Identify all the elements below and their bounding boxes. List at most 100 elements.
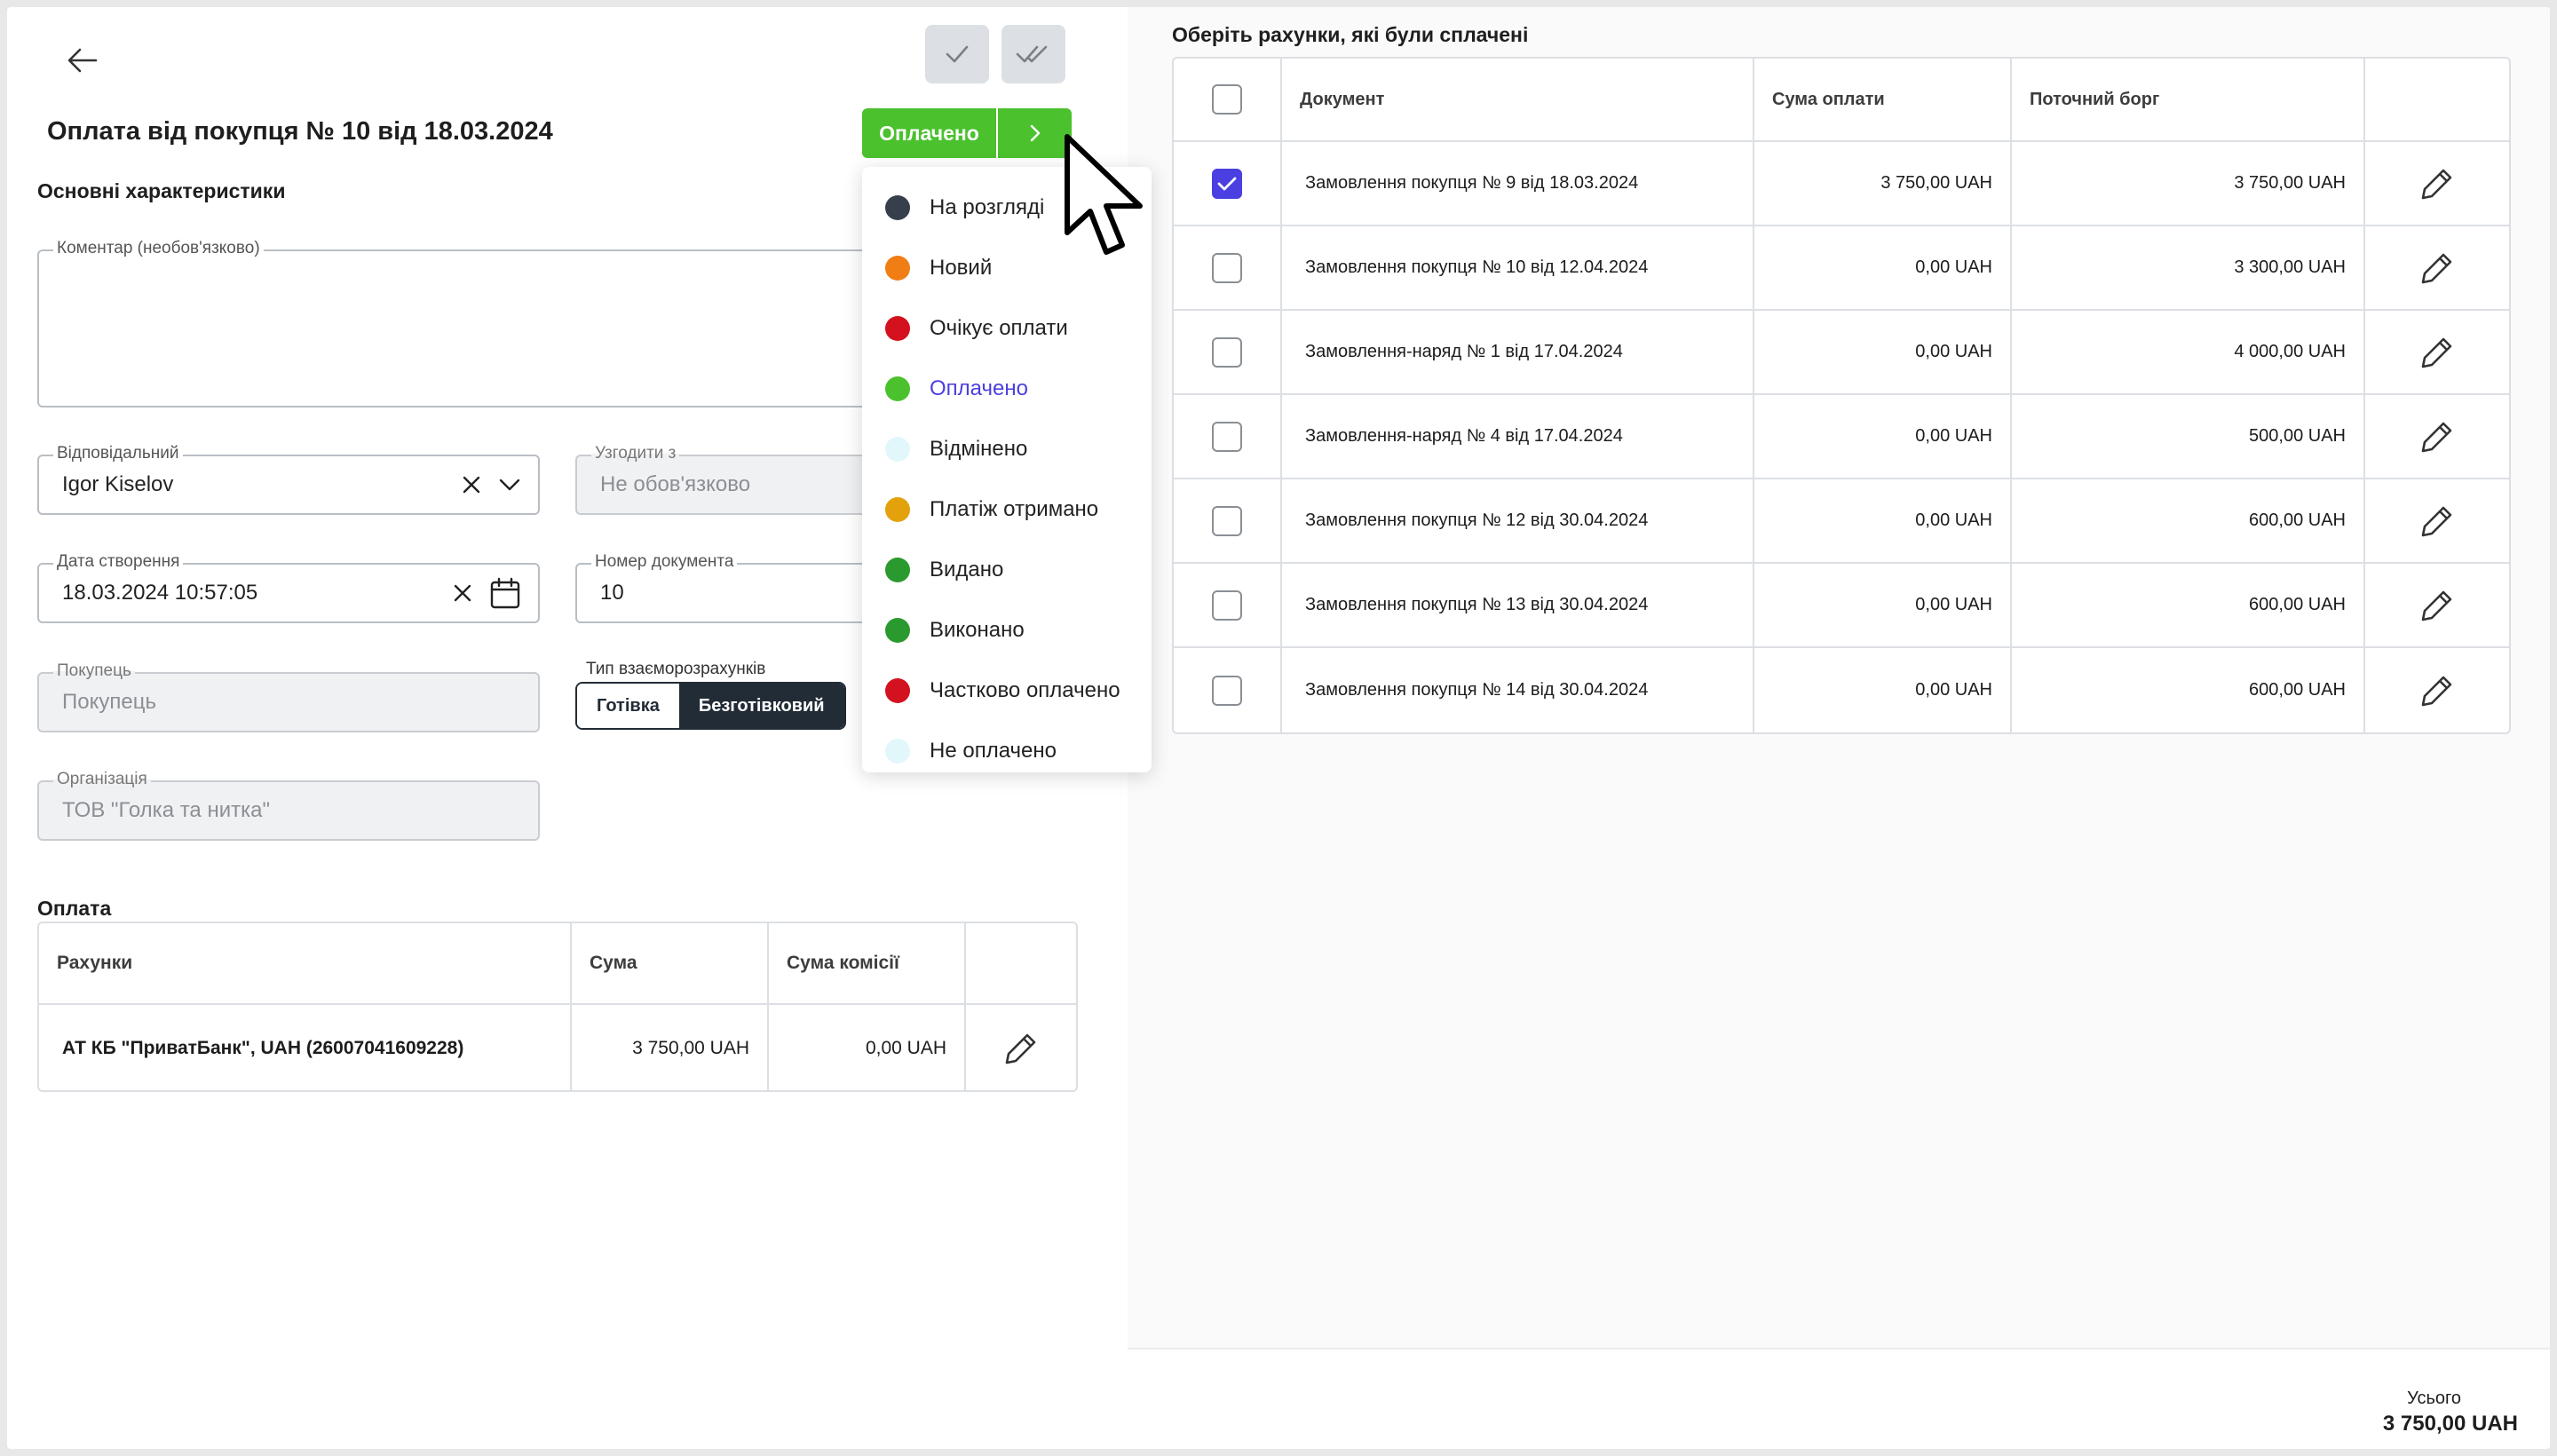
select-all-checkbox[interactable]	[1212, 84, 1242, 115]
status-button[interactable]: Оплачено	[862, 108, 996, 158]
edit-button[interactable]	[2365, 226, 2509, 309]
status-option-label: Оплачено	[930, 376, 1028, 400]
status-color-dot	[885, 497, 910, 522]
select-all-cell	[1174, 59, 1282, 140]
approve-label: Узгодити з	[591, 443, 680, 464]
paid-sum-cell: 0,00 UAH	[1754, 311, 2012, 393]
status-color-dot	[885, 558, 910, 582]
calendar-icon[interactable]	[490, 577, 520, 609]
status-option[interactable]: Не оплачено	[862, 721, 1152, 781]
approve-placeholder: Не обов'язково	[600, 472, 751, 496]
arrow-left-icon	[67, 48, 98, 73]
row-checkbox[interactable]	[1212, 675, 1242, 706]
edit-button[interactable]	[2365, 395, 2509, 478]
edit-button[interactable]	[2365, 142, 2509, 225]
status-color-dot	[885, 437, 910, 462]
status-option[interactable]: Очікує оплати	[862, 298, 1152, 359]
column-header: Сума	[572, 923, 769, 1003]
invoices-title: Оберіть рахунки, які були сплачені	[1172, 23, 1529, 46]
row-select-cell	[1174, 648, 1282, 732]
close-icon[interactable]	[453, 583, 472, 603]
status-color-dot	[885, 618, 910, 643]
row-checkbox[interactable]	[1212, 421, 1242, 452]
chevron-down-icon[interactable]	[499, 479, 520, 491]
status-option[interactable]: Частково оплачено	[862, 661, 1152, 721]
status-menu-toggle[interactable]	[996, 108, 1072, 158]
current-debt-cell: 3 750,00 UAH	[2012, 142, 2365, 225]
confirm-and-close-button[interactable]	[1001, 25, 1065, 83]
responsible-select[interactable]: Відповідальний Igor Kiselov	[37, 443, 540, 515]
row-checkbox[interactable]	[1212, 590, 1242, 621]
chevron-right-icon	[1030, 124, 1040, 142]
sum-cell: 3 750,00 UAH	[572, 1005, 769, 1092]
docnum-label: Номер документа	[591, 551, 738, 573]
buyer-placeholder: Покупець	[62, 690, 156, 714]
edit-button[interactable]	[966, 1005, 1076, 1092]
table-row: Замовлення покупця № 14 від 30.04.2024 0,…	[1174, 648, 2509, 732]
row-checkbox[interactable]	[1212, 252, 1242, 283]
row-checkbox[interactable]	[1212, 168, 1242, 199]
pencil-icon	[2421, 169, 2452, 199]
column-header: Документ	[1282, 59, 1754, 140]
invoices-panel: Оберіть рахунки, які були сплачені Докум…	[1128, 7, 2550, 1449]
status-color-dot	[885, 739, 910, 764]
settlement-type-label: Тип взаєморозрахунків	[586, 660, 766, 678]
app-window: Оплата від покупця № 10 від 18.03.2024 О…	[7, 7, 2550, 1449]
document-cell: Замовлення покупця № 12 від 30.04.2024	[1282, 479, 1754, 562]
pencil-icon	[2421, 422, 2452, 452]
edit-button[interactable]	[2365, 648, 2509, 732]
row-select-cell	[1174, 226, 1282, 309]
pencil-icon	[1005, 1033, 1036, 1064]
status-option[interactable]: Платіж отримано	[862, 479, 1152, 540]
current-debt-cell: 600,00 UAH	[2012, 564, 2365, 646]
table-row: Замовлення-наряд № 4 від 17.04.2024 0,00 …	[1174, 395, 2509, 479]
paid-sum-cell: 0,00 UAH	[1754, 648, 2012, 732]
table-row: АТ КБ "ПриватБанк", UAH (26007041609228)…	[39, 1005, 1076, 1092]
row-select-cell	[1174, 479, 1282, 562]
responsible-actions	[462, 475, 520, 495]
status-option-label: Видано	[930, 558, 1004, 582]
close-icon[interactable]	[462, 475, 481, 495]
pencil-icon	[2421, 676, 2452, 706]
status-option[interactable]: Виконано	[862, 600, 1152, 661]
current-debt-cell: 4 000,00 UAH	[2012, 311, 2365, 393]
settlement-cash-option[interactable]: Готівка	[577, 684, 679, 728]
current-debt-cell: 500,00 UAH	[2012, 395, 2365, 478]
status-option[interactable]: Відмінено	[862, 419, 1152, 479]
created-date-actions	[453, 577, 520, 609]
settlement-cashless-option[interactable]: Безготівковий	[678, 684, 844, 728]
status-option-label: Виконано	[930, 618, 1025, 642]
current-debt-cell: 600,00 UAH	[2012, 479, 2365, 562]
edit-button[interactable]	[2365, 311, 2509, 393]
edit-button[interactable]	[2365, 479, 2509, 562]
organization-value: ТОВ "Голка та нитка"	[62, 798, 270, 822]
comment-field[interactable]: Коментар (необов'язково)	[37, 238, 934, 408]
column-header-actions	[966, 923, 1076, 1003]
row-checkbox[interactable]	[1212, 336, 1242, 368]
table-header: Документ Сума оплати Поточний борг	[1174, 59, 2509, 142]
comment-label: Коментар (необов'язково)	[53, 238, 264, 259]
created-date-field[interactable]: Дата створення 18.03.2024 10:57:05	[37, 551, 540, 623]
mouse-cursor-icon	[1065, 134, 1143, 255]
column-header: Сума оплати	[1754, 59, 2012, 140]
edit-button[interactable]	[2365, 564, 2509, 646]
column-header-actions	[2365, 59, 2509, 140]
document-cell: Замовлення покупця № 14 від 30.04.2024	[1282, 648, 1754, 732]
buyer-field: Покупець Покупець	[37, 661, 540, 732]
back-button[interactable]	[60, 43, 105, 78]
checkbox-check-icon	[1217, 177, 1237, 190]
row-checkbox[interactable]	[1212, 505, 1242, 536]
pencil-icon	[2421, 506, 2452, 536]
status-split-button: Оплачено	[862, 108, 1072, 158]
invoices-table: Документ Сума оплати Поточний борг Замов…	[1172, 57, 2511, 734]
table-row: Замовлення покупця № 10 від 12.04.2024 0,…	[1174, 226, 2509, 311]
confirm-button[interactable]	[925, 25, 989, 83]
status-option[interactable]: Оплачено	[862, 359, 1152, 419]
document-cell: Замовлення-наряд № 4 від 17.04.2024	[1282, 395, 1754, 478]
buyer-label: Покупець	[53, 661, 135, 682]
created-label: Дата створення	[53, 551, 184, 573]
status-option[interactable]: Видано	[862, 540, 1152, 600]
status-option-label: Новий	[930, 256, 993, 280]
status-color-dot	[885, 678, 910, 703]
organization-label: Організація	[53, 769, 151, 790]
